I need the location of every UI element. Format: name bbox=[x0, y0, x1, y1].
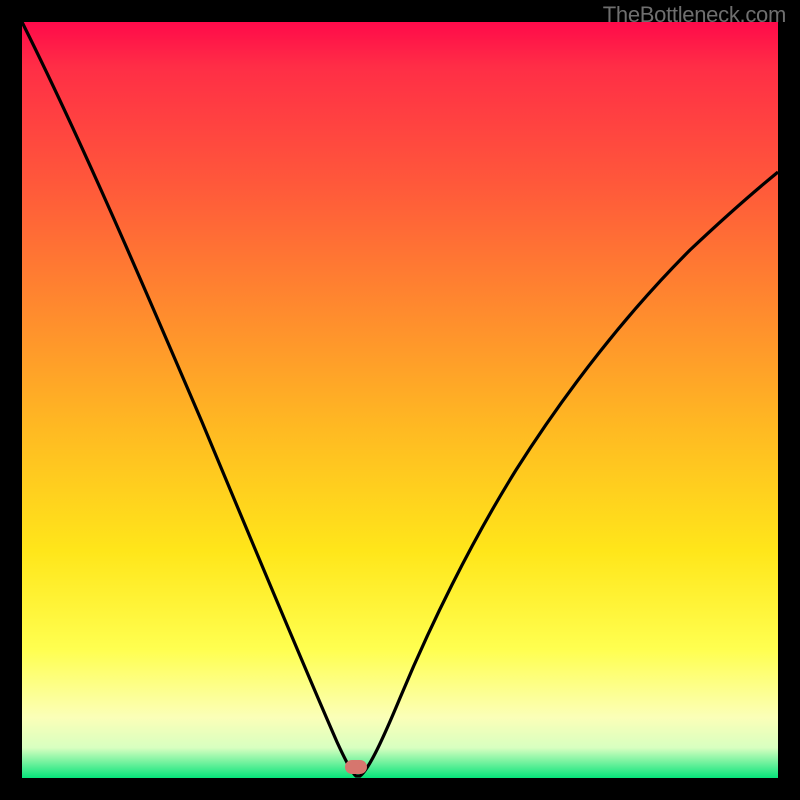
optimal-marker bbox=[345, 760, 367, 774]
curve-svg bbox=[22, 22, 778, 778]
plot-area bbox=[22, 22, 778, 778]
watermark-text: TheBottleneck.com bbox=[603, 2, 786, 28]
bottleneck-curve bbox=[22, 22, 778, 776]
chart-frame: TheBottleneck.com bbox=[0, 0, 800, 800]
